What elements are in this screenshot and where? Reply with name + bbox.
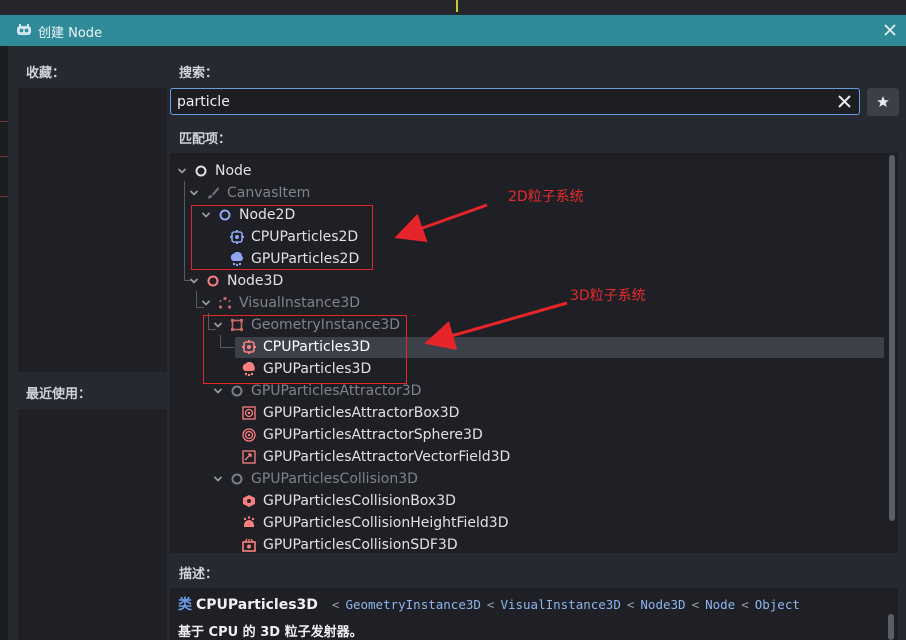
- tree-row-label: GPUParticlesCollisionHeightField3D: [263, 515, 509, 531]
- inheritance-separator: <: [691, 597, 700, 612]
- inheritance-separator: <: [741, 597, 749, 612]
- chevron-down-icon[interactable]: [212, 385, 224, 397]
- tree-row[interactable]: GPUParticlesCollisionSDF3D: [224, 534, 458, 553]
- attractor-sphere-icon: [242, 428, 256, 442]
- collision-sdf-icon: [242, 538, 256, 552]
- tree-row[interactable]: CanvasItem: [188, 182, 310, 204]
- description-panel[interactable]: 类 CPUParticles3D < GeometryInstance3D < Vis…: [170, 588, 898, 640]
- inheritance-separator: <: [626, 597, 635, 612]
- tree-row-label: GPUParticlesCollision3D: [251, 471, 418, 487]
- tree-row[interactable]: VisualInstance3D: [200, 292, 360, 314]
- dialog-titlebar[interactable]: 创建 Node: [0, 15, 906, 46]
- tree-row-label: GPUParticlesAttractorVectorField3D: [263, 449, 511, 465]
- background-editor-edge: [0, 46, 8, 640]
- inheritance-chain: < GeometryInstance3D < VisualInstance3D < Nod…: [326, 597, 800, 612]
- search-box[interactable]: [170, 88, 860, 115]
- tree-row[interactable]: GPUParticlesCollision3D: [212, 468, 418, 490]
- inheritance-separator: <: [486, 597, 495, 612]
- circle-node-icon: [194, 164, 208, 178]
- annotation-3d-label: 3D粒子系统: [570, 288, 646, 304]
- visual-instance-icon: [218, 296, 232, 310]
- chevron-down-icon[interactable]: [200, 297, 212, 309]
- tree-row[interactable]: GPUParticlesCollisionHeightField3D: [224, 512, 508, 534]
- chevron-down-icon[interactable]: [188, 275, 200, 287]
- chevron-down-icon[interactable]: [212, 473, 224, 485]
- class-keyword: 类: [178, 597, 192, 613]
- tree-row[interactable]: GPUParticlesAttractorBox3D: [224, 402, 459, 424]
- circle-attractor-icon: [230, 384, 244, 398]
- dialog-title: 创建 Node: [38, 26, 103, 41]
- background-marker: [456, 0, 458, 12]
- attractor-box-icon: [242, 406, 256, 420]
- tree-row-label: CanvasItem: [227, 185, 311, 201]
- background-strip: [0, 0, 906, 15]
- search-label: 搜索：: [179, 66, 219, 81]
- highlight-box-3d: [203, 315, 407, 384]
- favorite-button[interactable]: [867, 88, 899, 116]
- tree-row-label: GPUParticlesAttractor3D: [251, 383, 422, 399]
- tree-row-label: Node3D: [227, 273, 284, 289]
- tree-row-label: GPUParticlesCollisionBox3D: [263, 493, 456, 509]
- tree-row-label: Node: [215, 163, 252, 179]
- tree-scrollbar[interactable]: [889, 155, 895, 521]
- brush-icon: [206, 186, 220, 200]
- favorites-label: 收藏：: [26, 66, 66, 81]
- chevron-down-icon[interactable]: [188, 187, 200, 199]
- description-scrollbar[interactable]: [888, 614, 894, 640]
- highlight-box-2d: [191, 205, 373, 270]
- description-text: 基于 CPU 的 3D 粒子发射器。: [178, 625, 363, 640]
- circle-node3d-icon: [206, 274, 220, 288]
- tree-row[interactable]: GPUParticlesCollisionBox3D: [224, 490, 456, 512]
- inheritance-separator: <: [331, 597, 340, 612]
- description-header: 类 CPUParticles3D < GeometryInstance3D < Vis…: [178, 594, 800, 614]
- search-input[interactable]: [177, 92, 817, 111]
- tree-row[interactable]: Node3D: [188, 270, 283, 292]
- tree-row-label: VisualInstance3D: [239, 295, 361, 311]
- class-name: CPUParticles3D: [196, 597, 318, 613]
- recent-label: 最近使用：: [26, 387, 92, 402]
- collision-heightfield-icon: [242, 516, 256, 530]
- inheritance-link[interactable]: Node3D: [640, 597, 685, 612]
- godot-app-icon: [17, 24, 31, 35]
- inheritance-link[interactable]: Object: [755, 597, 800, 612]
- tree-row[interactable]: GPUParticlesAttractorSphere3D: [224, 424, 483, 446]
- matches-label: 匹配项：: [179, 132, 232, 147]
- close-button[interactable]: [880, 20, 900, 40]
- inheritance-link[interactable]: GeometryInstance3D: [345, 597, 480, 612]
- attractor-vectorfield-icon: [242, 450, 256, 464]
- tree-row-label: GPUParticlesAttractorSphere3D: [263, 427, 483, 443]
- tree-row-label: GPUParticlesCollisionSDF3D: [263, 537, 458, 553]
- close-icon: [884, 24, 896, 36]
- chevron-down-icon[interactable]: [176, 165, 188, 177]
- collision-box-icon: [242, 494, 256, 508]
- tree-row[interactable]: Node: [176, 160, 252, 182]
- favorites-list[interactable]: [18, 88, 167, 372]
- tree-row[interactable]: GPUParticlesAttractorVectorField3D: [224, 446, 510, 468]
- inheritance-link[interactable]: Node: [705, 597, 735, 612]
- inheritance-link[interactable]: VisualInstance3D: [500, 597, 620, 612]
- clear-search-icon[interactable]: [836, 93, 853, 110]
- annotation-2d-label: 2D粒子系统: [508, 189, 584, 205]
- tree-row-label: GPUParticlesAttractorBox3D: [263, 405, 460, 421]
- description-label: 描述：: [179, 567, 219, 582]
- star-icon: [877, 96, 889, 107]
- recent-list[interactable]: [18, 409, 167, 640]
- circle-collision-icon: [230, 472, 244, 486]
